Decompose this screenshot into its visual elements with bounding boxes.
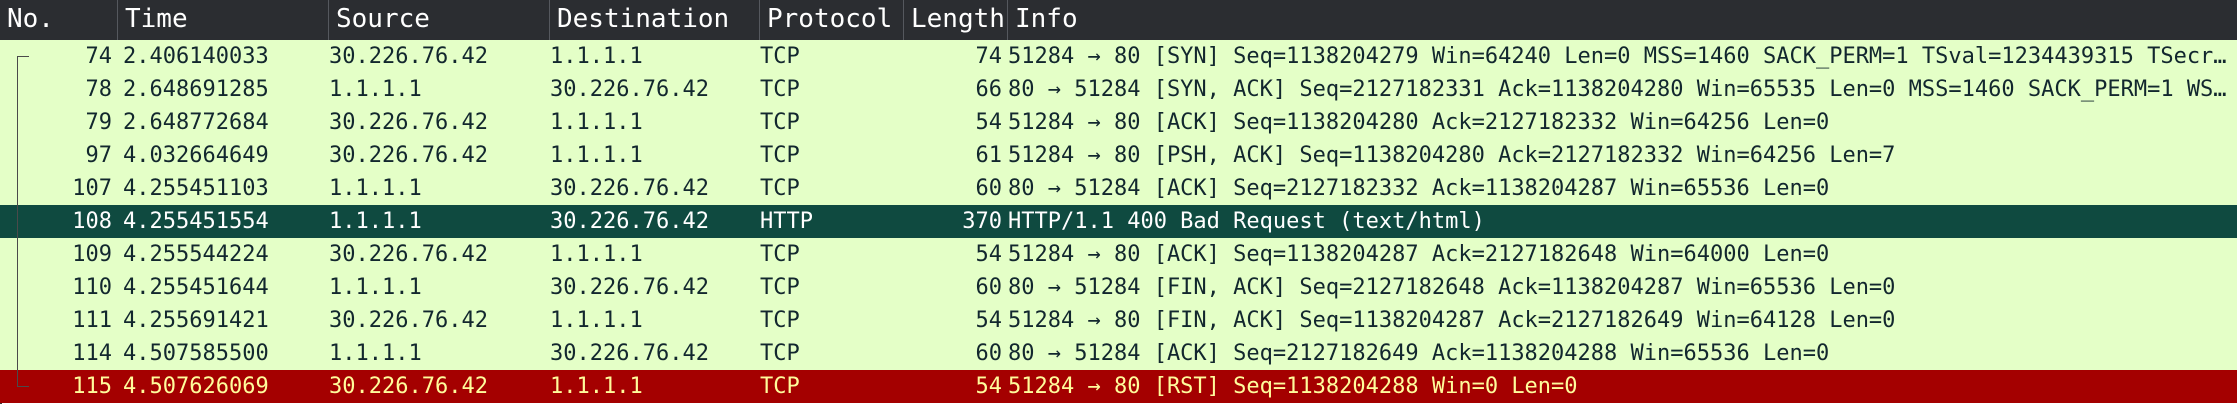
packet-info: 80 → 51284 [ACK] Seq=2127182649 Ack=1138… xyxy=(1008,341,1830,366)
packet-time: 4.255451644 xyxy=(123,275,269,300)
packet-time: 4.255451554 xyxy=(123,209,269,234)
packet-destination: 30.226.76.42 xyxy=(550,341,709,366)
packet-row[interactable]: 109 4.255544224 30.226.76.42 1.1.1.1 TCP… xyxy=(0,238,2237,271)
packet-destination: 30.226.76.42 xyxy=(550,176,709,201)
packet-source: 30.226.76.42 xyxy=(329,308,488,333)
packet-length: 60 xyxy=(975,275,1003,300)
conversation-bracket-end xyxy=(17,386,29,387)
packet-length: 66 xyxy=(975,77,1003,102)
packet-row[interactable]: 114 4.507585500 1.1.1.1 30.226.76.42 TCP… xyxy=(0,337,2237,370)
packet-destination: 1.1.1.1 xyxy=(550,374,643,399)
packet-destination: 1.1.1.1 xyxy=(550,110,643,135)
packet-row-selected[interactable]: 108 4.255451554 1.1.1.1 30.226.76.42 HTT… xyxy=(0,205,2237,238)
packet-source: 30.226.76.42 xyxy=(329,242,488,267)
packet-protocol: TCP xyxy=(760,110,800,135)
packet-length: 54 xyxy=(975,308,1003,333)
packet-info: HTTP/1.1 400 Bad Request (text/html) xyxy=(1008,209,1485,234)
packet-destination: 1.1.1.1 xyxy=(550,308,643,333)
packet-row[interactable]: 74 2.406140033 30.226.76.42 1.1.1.1 TCP … xyxy=(0,40,2237,73)
packet-list[interactable]: No. Time Source Destination Protocol Len… xyxy=(0,0,2237,404)
packet-time: 4.255451103 xyxy=(123,176,269,201)
packet-info: 80 → 51284 [SYN, ACK] Seq=2127182331 Ack… xyxy=(1008,77,2227,102)
packet-length: 54 xyxy=(975,374,1003,399)
packet-source: 1.1.1.1 xyxy=(329,77,422,102)
packet-row[interactable]: 79 2.648772684 30.226.76.42 1.1.1.1 TCP … xyxy=(0,106,2237,139)
packet-destination: 1.1.1.1 xyxy=(550,44,643,69)
packet-time: 4.255544224 xyxy=(123,242,269,267)
packet-destination: 30.226.76.42 xyxy=(550,209,709,234)
packet-time: 4.255691421 xyxy=(123,308,269,333)
packet-info: 51284 → 80 [ACK] Seq=1138204287 Ack=2127… xyxy=(1008,242,1830,267)
packet-length: 54 xyxy=(975,242,1003,267)
packet-protocol: TCP xyxy=(760,242,800,267)
packet-source: 30.226.76.42 xyxy=(329,44,488,69)
packet-source: 30.226.76.42 xyxy=(329,110,488,135)
packet-length: 61 xyxy=(975,143,1003,168)
packet-protocol: TCP xyxy=(760,275,800,300)
packet-row[interactable]: 97 4.032664649 30.226.76.42 1.1.1.1 TCP … xyxy=(0,139,2237,172)
packet-protocol: TCP xyxy=(760,77,800,102)
packet-info: 51284 → 80 [RST] Seq=1138204288 Win=0 Le… xyxy=(1008,374,1578,399)
packet-protocol: TCP xyxy=(760,308,800,333)
packet-time: 2.648772684 xyxy=(123,110,269,135)
column-header: No. Time Source Destination Protocol Len… xyxy=(0,0,2237,40)
packet-rows: 74 2.406140033 30.226.76.42 1.1.1.1 TCP … xyxy=(0,40,2237,403)
column-header-length[interactable]: Length xyxy=(904,0,1008,40)
packet-protocol: TCP xyxy=(760,341,800,366)
packet-protocol: TCP xyxy=(760,176,800,201)
conversation-bracket-start xyxy=(17,56,29,57)
packet-row[interactable]: 111 4.255691421 30.226.76.42 1.1.1.1 TCP… xyxy=(0,304,2237,337)
packet-destination: 1.1.1.1 xyxy=(550,242,643,267)
packet-row[interactable]: 107 4.255451103 1.1.1.1 30.226.76.42 TCP… xyxy=(0,172,2237,205)
packet-info: 51284 → 80 [SYN] Seq=1138204279 Win=6424… xyxy=(1008,44,2227,69)
packet-time: 2.406140033 xyxy=(123,44,269,69)
packet-source: 30.226.76.42 xyxy=(329,143,488,168)
packet-protocol: TCP xyxy=(760,374,800,399)
column-header-info[interactable]: Info xyxy=(1008,0,2237,40)
packet-info: 80 → 51284 [FIN, ACK] Seq=2127182648 Ack… xyxy=(1008,275,1896,300)
column-header-source[interactable]: Source xyxy=(329,0,550,40)
packet-source: 1.1.1.1 xyxy=(329,341,422,366)
packet-source: 1.1.1.1 xyxy=(329,209,422,234)
packet-time: 2.648691285 xyxy=(123,77,269,102)
packet-protocol: TCP xyxy=(760,143,800,168)
packet-length: 74 xyxy=(975,44,1003,69)
packet-row[interactable]: 110 4.255451644 1.1.1.1 30.226.76.42 TCP… xyxy=(0,271,2237,304)
packet-time: 4.032664649 xyxy=(123,143,269,168)
packet-info: 51284 → 80 [ACK] Seq=1138204280 Ack=2127… xyxy=(1008,110,1830,135)
packet-info: 80 → 51284 [ACK] Seq=2127182332 Ack=1138… xyxy=(1008,176,1830,201)
packet-length: 370 xyxy=(962,209,1002,234)
packet-protocol: TCP xyxy=(760,44,800,69)
packet-source: 1.1.1.1 xyxy=(329,176,422,201)
packet-source: 1.1.1.1 xyxy=(329,275,422,300)
packet-info: 51284 → 80 [FIN, ACK] Seq=1138204287 Ack… xyxy=(1008,308,1896,333)
column-header-protocol[interactable]: Protocol xyxy=(760,0,904,40)
packet-info: 51284 → 80 [PSH, ACK] Seq=1138204280 Ack… xyxy=(1008,143,1896,168)
conversation-bracket-line xyxy=(17,56,18,386)
column-header-destination[interactable]: Destination xyxy=(550,0,760,40)
packet-time: 4.507626069 xyxy=(123,374,269,399)
packet-row-reset[interactable]: 115 4.507626069 30.226.76.42 1.1.1.1 TCP… xyxy=(0,370,2237,403)
packet-destination: 30.226.76.42 xyxy=(550,77,709,102)
packet-destination: 30.226.76.42 xyxy=(550,275,709,300)
packet-length: 60 xyxy=(975,341,1003,366)
column-header-time[interactable]: Time xyxy=(118,0,329,40)
packet-protocol: HTTP xyxy=(760,209,813,234)
column-header-no[interactable]: No. xyxy=(0,0,118,40)
packet-row[interactable]: 78 2.648691285 1.1.1.1 30.226.76.42 TCP … xyxy=(0,73,2237,106)
packet-length: 60 xyxy=(975,176,1003,201)
packet-destination: 1.1.1.1 xyxy=(550,143,643,168)
packet-length: 54 xyxy=(975,110,1003,135)
packet-source: 30.226.76.42 xyxy=(329,374,488,399)
packet-time: 4.507585500 xyxy=(123,341,269,366)
